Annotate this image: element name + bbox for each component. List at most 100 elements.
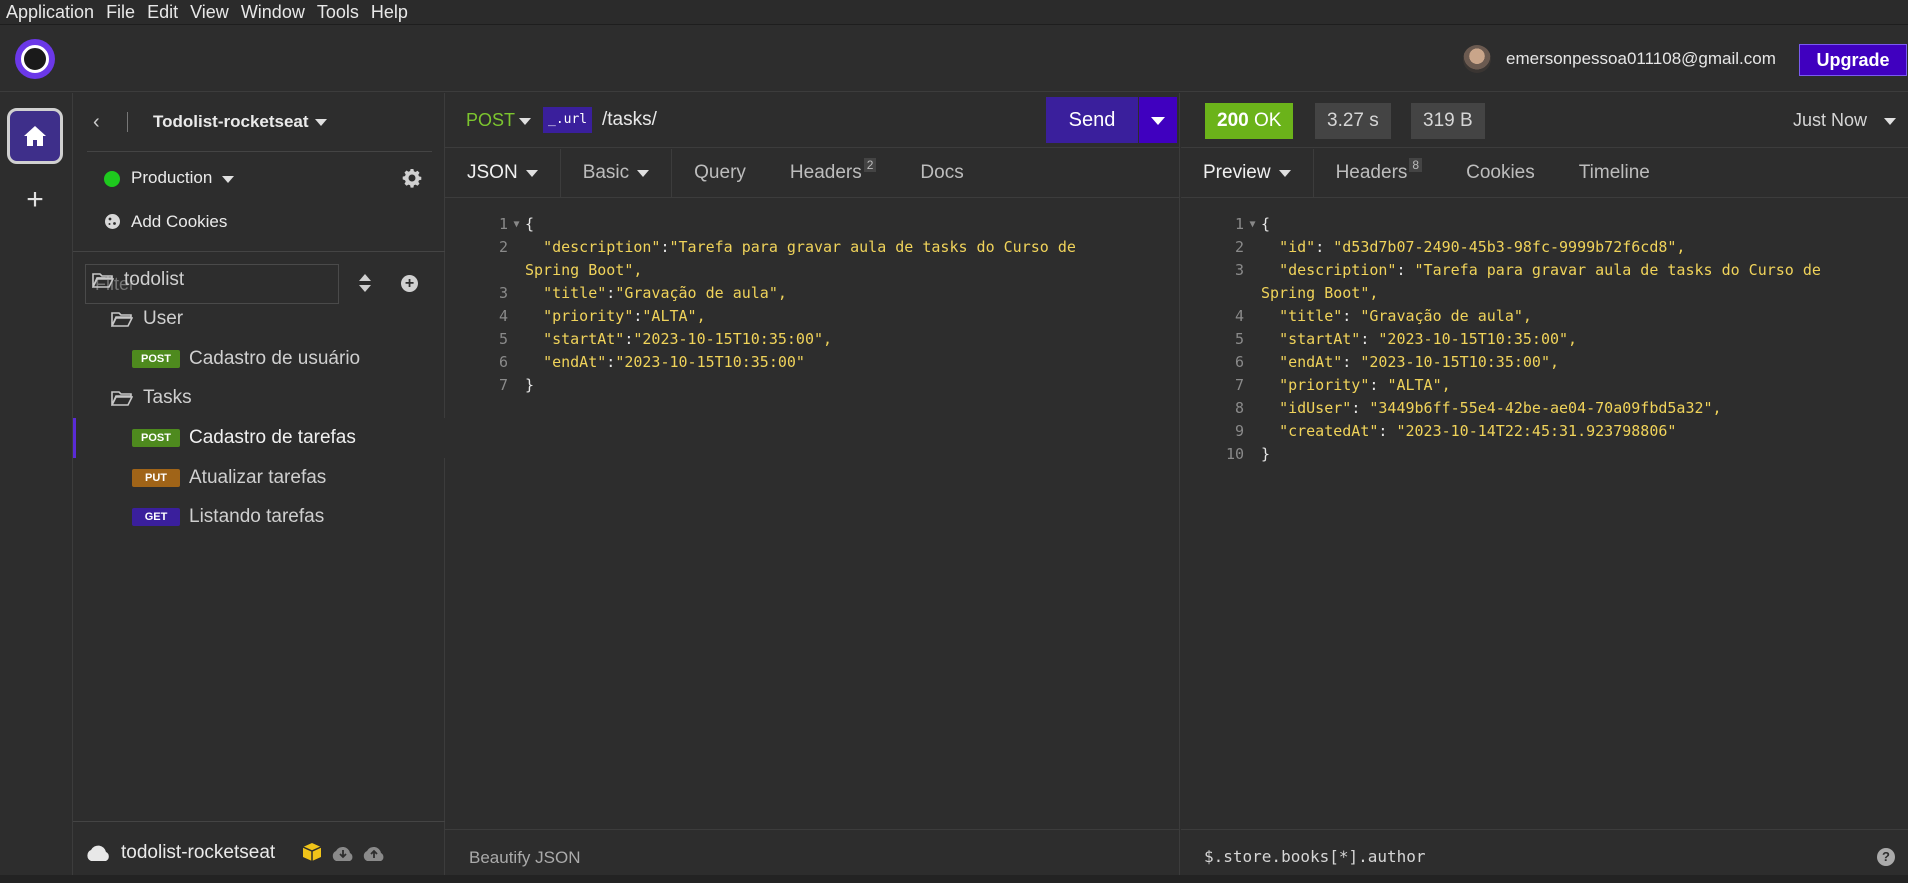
menu-file[interactable]: File bbox=[100, 0, 141, 25]
code-text: } bbox=[1261, 445, 1271, 463]
line-number: 4 bbox=[498, 307, 508, 325]
chevron-down-icon[interactable] bbox=[519, 118, 531, 125]
request-body-editor[interactable]: 1 ▼{2 "description":"Tarefa para gravar a… bbox=[445, 213, 1180, 397]
folder-label: Tasks bbox=[143, 387, 192, 408]
gutter-spacer bbox=[508, 351, 525, 374]
code-text: "createdAt": "2023-10-14T22:45:31.923798… bbox=[1279, 422, 1677, 440]
tab-label: Query bbox=[694, 162, 746, 183]
code-text: Spring Boot", bbox=[525, 261, 643, 279]
status-text: OK bbox=[1253, 110, 1282, 131]
fold-arrow-icon[interactable]: ▼ bbox=[1244, 213, 1261, 236]
folder-user[interactable]: User bbox=[73, 299, 445, 339]
upgrade-button[interactable]: Upgrade bbox=[1799, 44, 1907, 76]
add-cookies-button[interactable]: Add Cookies bbox=[131, 212, 227, 232]
project-name[interactable]: Todolist-rocketseat bbox=[153, 112, 309, 132]
help-icon[interactable]: ? bbox=[1877, 848, 1895, 866]
tab-docs[interactable]: Docs bbox=[898, 149, 985, 197]
tab-preview[interactable]: Preview bbox=[1181, 149, 1314, 197]
headers-count-badge: 2 bbox=[863, 158, 877, 172]
folder-label: User bbox=[143, 308, 184, 329]
gutter-spacer bbox=[508, 328, 525, 351]
code-line: 5 "startAt": "2023-10-15T10:35:00", bbox=[1181, 328, 1908, 351]
menu-application[interactable]: Application bbox=[0, 0, 100, 25]
code-text: "description":"Tarefa para gravar aula d… bbox=[543, 238, 1076, 256]
line-number: 6 bbox=[498, 353, 508, 371]
gutter-spacer bbox=[1244, 397, 1261, 420]
response-filter-input[interactable]: $.store.books[*].author bbox=[1204, 847, 1426, 866]
tab-label: JSON bbox=[467, 162, 518, 183]
code-text: "title":"Gravação de aula", bbox=[543, 284, 787, 302]
code-line: 10} bbox=[1181, 443, 1908, 466]
code-line: 2 "id": "d53d7b07-2490-45b3-98fc-9999b72… bbox=[1181, 236, 1908, 259]
active-indicator bbox=[73, 418, 76, 458]
gutter-spacer bbox=[1244, 328, 1261, 351]
chevron-down-icon[interactable] bbox=[1884, 118, 1896, 125]
chevron-down-icon[interactable] bbox=[315, 119, 327, 126]
menu-window[interactable]: Window bbox=[235, 0, 311, 25]
send-button[interactable]: Send bbox=[1046, 97, 1138, 143]
gutter-spacer bbox=[508, 374, 525, 397]
tab-label: Timeline bbox=[1578, 162, 1650, 183]
project-sync-name[interactable]: todolist-rocketseat bbox=[121, 842, 275, 864]
gutter-spacer bbox=[508, 282, 525, 305]
method-selector[interactable]: POST bbox=[466, 110, 515, 131]
chevron-down-icon[interactable] bbox=[222, 176, 234, 183]
tab-timeline[interactable]: Timeline bbox=[1557, 149, 1672, 197]
insomnia-logo-icon[interactable] bbox=[15, 39, 55, 79]
chevron-down-icon bbox=[637, 169, 650, 177]
account-email[interactable]: emersonpessoa011108@gmail.com bbox=[1506, 49, 1776, 69]
request-label: Cadastro de tarefas bbox=[189, 427, 356, 448]
environment-selector[interactable]: Production bbox=[131, 168, 212, 188]
line-number bbox=[1181, 282, 1244, 305]
home-button[interactable] bbox=[7, 108, 63, 164]
gutter-spacer bbox=[1244, 282, 1261, 305]
back-icon[interactable]: ‹ bbox=[93, 111, 100, 134]
code-line: 7} bbox=[445, 374, 1180, 397]
code-text: "priority": "ALTA", bbox=[1279, 376, 1451, 394]
code-text: Spring Boot", bbox=[1261, 284, 1379, 302]
menu-view[interactable]: View bbox=[184, 0, 235, 25]
line-number: 2 bbox=[498, 238, 508, 256]
line-number: 7 bbox=[1234, 376, 1244, 394]
menu-bar: Application File Edit View Window Tools … bbox=[0, 0, 1908, 25]
tab-response-headers[interactable]: Headers 8 bbox=[1314, 149, 1445, 197]
code-text: } bbox=[525, 376, 535, 394]
menu-help[interactable]: Help bbox=[365, 0, 414, 25]
tab-label: Headers bbox=[1335, 162, 1408, 183]
code-line: 8 "idUser": "3449b6ff-55e4-42be-ae04-70a… bbox=[1181, 397, 1908, 420]
menu-tools[interactable]: Tools bbox=[311, 0, 365, 25]
tab-query[interactable]: Query bbox=[672, 149, 768, 197]
add-workspace-icon[interactable]: + bbox=[20, 185, 50, 215]
gear-icon[interactable] bbox=[402, 168, 422, 188]
fold-arrow-icon[interactable]: ▼ bbox=[508, 213, 525, 236]
folder-todolist[interactable]: todolist bbox=[73, 260, 445, 300]
request-cadastro-usuario[interactable]: POST Cadastro de usuário bbox=[73, 339, 445, 379]
request-listando-tarefas[interactable]: GET Listando tarefas bbox=[73, 497, 445, 537]
line-number: 4 bbox=[1234, 307, 1244, 325]
line-number: 7 bbox=[498, 376, 508, 394]
history-selector[interactable]: Just Now bbox=[1793, 110, 1867, 131]
gutter-spacer bbox=[1244, 305, 1261, 328]
menu-edit[interactable]: Edit bbox=[141, 0, 184, 25]
line-number: 9 bbox=[1234, 422, 1244, 440]
app-header: emersonpessoa011108@gmail.com Upgrade bbox=[0, 25, 1908, 92]
status-badge: 200 OK bbox=[1205, 103, 1294, 139]
folder-open-icon bbox=[92, 272, 114, 288]
send-options-dropdown[interactable] bbox=[1139, 97, 1177, 143]
avatar[interactable] bbox=[1463, 45, 1491, 73]
request-atualizar-tarefas[interactable]: PUT Atualizar tarefas bbox=[73, 458, 445, 498]
url-variable-tag[interactable]: _.url bbox=[543, 107, 593, 133]
tab-json[interactable]: JSON bbox=[445, 149, 561, 197]
response-body-viewer[interactable]: 1 ▼{2 "id": "d53d7b07-2490-45b3-98fc-9999… bbox=[1181, 213, 1908, 466]
gutter-spacer bbox=[1244, 236, 1261, 259]
folder-tasks[interactable]: Tasks bbox=[73, 378, 445, 418]
cloud-upload-icon[interactable] bbox=[361, 844, 387, 862]
request-cadastro-tarefas[interactable]: POST Cadastro de tarefas bbox=[73, 418, 445, 458]
beautify-json-button[interactable]: Beautify JSON bbox=[469, 848, 581, 868]
tab-cookies[interactable]: Cookies bbox=[1444, 149, 1557, 197]
url-input[interactable]: /tasks/ bbox=[602, 109, 657, 131]
tab-headers[interactable]: Headers 2 bbox=[768, 149, 899, 197]
cloud-download-icon[interactable] bbox=[330, 844, 356, 862]
tab-basic[interactable]: Basic bbox=[561, 149, 673, 197]
package-icon[interactable] bbox=[302, 842, 322, 862]
